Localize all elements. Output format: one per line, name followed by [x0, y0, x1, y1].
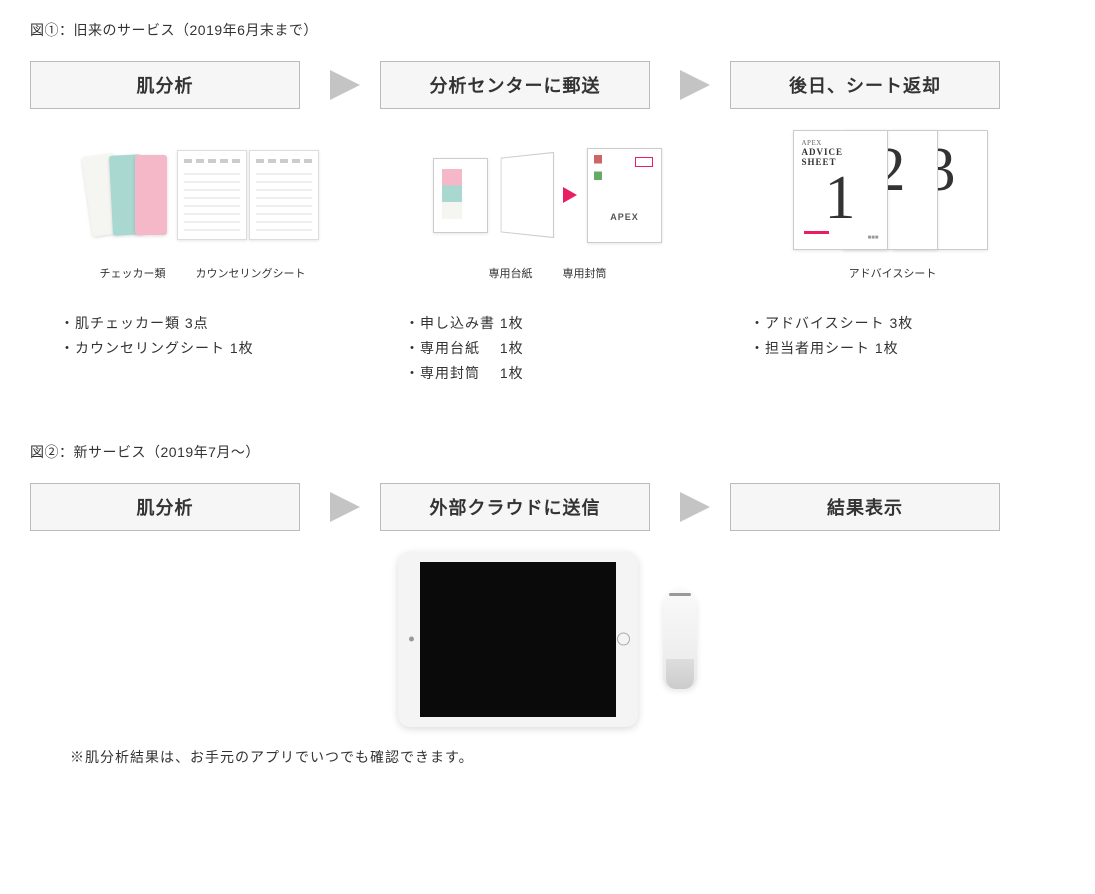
checker-cards-icon [87, 155, 167, 235]
fig2-note: ※肌分析結果は、お手元のアプリでいつでも確認できます。 [70, 747, 1065, 767]
step-box-cloud: 外部クラウドに送信 [380, 483, 650, 531]
col-return: 3 2 APEX ADVICE SHEET 1 ■■■ アドバイスシート ・アド… [720, 130, 1065, 361]
caption-mount: 専用台紙 [489, 265, 533, 281]
fig2-title: 図②：新サービス（2019年7月～） [30, 442, 1065, 462]
captions: アドバイスシート [849, 265, 937, 281]
arrow-icon [320, 482, 370, 532]
step-box-mail: 分析センターに郵送 [380, 61, 650, 109]
mount-open-icon [501, 152, 554, 238]
arrow-icon [320, 60, 370, 110]
fig2-flow: 肌分析 外部クラウドに送信 結果表示 [30, 482, 1065, 532]
arrow-icon [670, 60, 720, 110]
caption-envelope: 専用封筒 [563, 265, 607, 281]
tablet-icon [398, 552, 638, 727]
advice-sheets-image: 3 2 APEX ADVICE SHEET 1 ■■■ [720, 130, 1065, 260]
fig1-images: チェッカー類 カウンセリングシート ・肌チェッカー類 3点 ・カウンセリングシー… [30, 130, 1065, 387]
col-mail: APEX 専用台紙 専用封筒 ・申し込み書 1枚 ・専用台紙 1枚 ・専用封筒 … [375, 130, 720, 387]
mount-sheet-icon [433, 158, 488, 233]
fig2-device-image [30, 552, 1065, 727]
fig1-title: 図①：旧来のサービス（2019年6月末まで） [30, 20, 1065, 40]
envelope-icon: APEX [587, 148, 662, 243]
bullets-analysis: ・肌チェッカー類 3点 ・カウンセリングシート 1枚 [30, 311, 254, 361]
pink-arrow-icon [563, 187, 577, 203]
captions: 専用台紙 専用封筒 [489, 265, 607, 281]
caption-advice: アドバイスシート [849, 265, 937, 281]
step-box-result: 結果表示 [730, 483, 1000, 531]
envelope-brand: APEX [588, 212, 661, 222]
captions: チェッカー類 カウンセリングシート [100, 265, 306, 281]
step-box-analysis: 肌分析 [30, 61, 300, 109]
checker-and-sheet-image [30, 130, 375, 260]
bullets-mail: ・申し込み書 1枚 ・専用台紙 1枚 ・専用封筒 1枚 [375, 311, 524, 387]
step-box-return: 後日、シート返却 [730, 61, 1000, 109]
arrow-icon [670, 482, 720, 532]
scanner-device-icon [663, 589, 697, 689]
counseling-sheet-icon [177, 150, 319, 240]
caption-checker: チェッカー類 [100, 265, 166, 281]
advice-sheet-1-icon: APEX ADVICE SHEET 1 ■■■ [793, 130, 888, 250]
fig1-flow: 肌分析 分析センターに郵送 後日、シート返却 [30, 60, 1065, 110]
caption-counseling: カウンセリングシート [196, 265, 306, 281]
bullets-return: ・アドバイスシート 3枚 ・担当者用シート 1枚 [720, 311, 913, 361]
col-analysis: チェッカー類 カウンセリングシート ・肌チェッカー類 3点 ・カウンセリングシー… [30, 130, 375, 361]
mailing-image: APEX [375, 130, 720, 260]
step-box-analysis2: 肌分析 [30, 483, 300, 531]
